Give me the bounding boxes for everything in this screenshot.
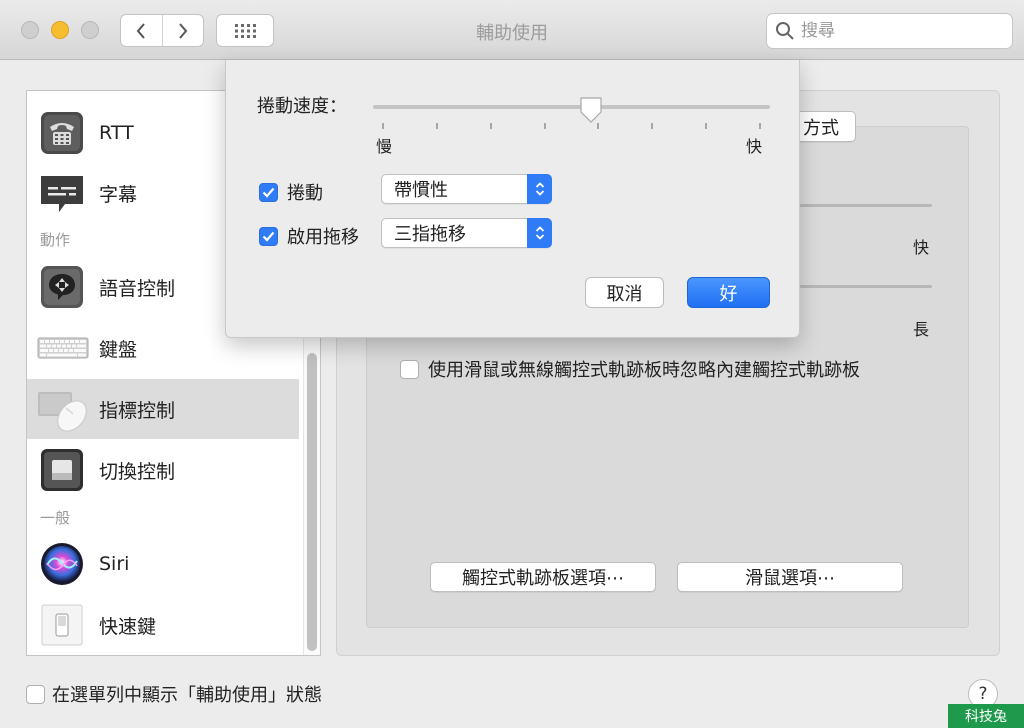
sidebar-item-label: 指標控制 [99,399,176,422]
search-icon [776,22,794,40]
slider-tick [435,123,438,129]
trackpad-options-sheet: 捲動速度： 慢 快 捲動 帶慣性 啟用拖移 三指拖移 取消 好 [225,60,800,338]
slider-fast-label: 快 [913,238,930,257]
popup-arrows-icon [527,218,552,248]
slider-tick [543,123,546,129]
trackpad-options-button[interactable]: 觸控式軌跡板選項⋯ [430,562,656,592]
minimize-window-button[interactable] [51,21,69,39]
ignore-trackpad-row: 使用滑鼠或無線觸控式軌跡板時忽略內建觸控式軌跡板 [400,356,860,382]
slider-tick [705,123,708,129]
checkmark-icon [262,231,275,242]
scroll-checkbox[interactable] [259,182,278,202]
sidebar-item-label: 字幕 [99,183,138,206]
enable-drag-checkbox[interactable] [259,226,278,246]
sidebar-item-label: RTT [99,122,134,144]
slow-label: 慢 [376,137,393,156]
section-header-general: 一般 [40,509,71,527]
close-window-button[interactable] [21,21,39,39]
search-field[interactable] [766,13,1013,49]
ignore-trackpad-checkbox[interactable] [400,359,419,379]
show-in-menubar-checkbox[interactable] [26,684,45,704]
scroll-mode-select[interactable]: 帶慣性 [381,174,552,204]
drag-mode-value: 三指拖移 [394,224,466,245]
grid-icon [235,23,256,38]
pointer-control-icon [38,392,87,432]
title-bar: 輔助使用 [0,0,1024,60]
show-all-button[interactable] [216,14,274,47]
checkmark-icon [262,187,275,198]
sidebar-item-label: 快速鍵 [99,615,157,638]
slider-tick [382,123,384,129]
show-in-menubar-row: 在選單列中顯示「輔助使用」狀態 [26,681,322,707]
chevron-left-icon [136,22,146,39]
section-header-motor: 動作 [40,231,71,249]
trackpad-options-label: 觸控式軌跡板選項⋯ [462,568,624,589]
mouse-options-label: 滑鼠選項⋯ [745,568,835,589]
enable-drag-label: 啟用拖移 [287,227,359,248]
mouse-options-button[interactable]: 滑鼠選項⋯ [677,562,903,592]
switch-control-icon [41,449,83,491]
watermark: 科技兔 [948,704,1024,728]
slider-tick [489,123,492,129]
sidebar-item-label: 切換控制 [99,460,176,483]
captions-icon [41,176,83,212]
scroll-label: 捲動 [287,183,323,204]
slider-tick [597,123,600,129]
slider-long-label: 長 [913,320,930,339]
forward-button[interactable] [161,15,204,46]
sidebar-item-label: 語音控制 [99,277,176,300]
zoom-window-button[interactable] [81,21,99,39]
scroll-mode-value: 帶慣性 [394,180,448,201]
show-in-menubar-label: 在選單列中顯示「輔助使用」狀態 [52,685,322,706]
ok-label: 好 [719,283,738,305]
back-button[interactable] [121,15,162,46]
drag-row: 啟用拖移 [259,223,359,249]
scroll-speed-label: 捲動速度： [257,96,347,117]
ok-button[interactable]: 好 [687,277,770,308]
siri-icon [41,543,83,585]
search-input[interactable] [801,21,1001,41]
cancel-label: 取消 [606,283,643,305]
chevron-right-icon [178,22,188,39]
keyboard-icon [37,337,89,359]
sidebar-item-label: 鍵盤 [99,338,138,361]
sidebar-item-switch-control[interactable]: 切換控制 [27,440,299,500]
cancel-button[interactable]: 取消 [585,277,664,308]
sidebar-scrollbar[interactable] [307,353,317,651]
shortcut-icon [41,604,83,646]
sidebar-item-pointer-control[interactable]: 指標控制 [27,379,299,439]
slider-thumb[interactable] [579,96,603,124]
help-label: ? [978,684,988,704]
ignore-trackpad-label: 使用滑鼠或無線觸控式軌跡板時忽略內建觸控式軌跡板 [428,360,860,381]
scroll-row: 捲動 [259,179,323,205]
popup-arrows-icon [527,174,552,204]
navigation-buttons [120,14,204,47]
slider-tick [759,123,761,129]
voice-control-icon [41,266,83,308]
double-click-speed-slider[interactable] [800,204,932,207]
rtt-phone-icon [41,112,83,154]
scroll-speed-slider[interactable] [373,105,770,109]
sidebar-item-siri[interactable]: Siri [27,534,299,594]
drag-mode-select[interactable]: 三指拖移 [381,218,552,248]
sidebar-item-shortcut[interactable]: 快速鍵 [27,595,299,655]
spring-loading-delay-slider[interactable] [800,285,932,288]
slider-tick [651,123,654,129]
fast-label: 快 [746,137,763,156]
alternate-methods-label: 方式 [803,117,839,139]
sidebar-item-label: Siri [99,553,130,575]
